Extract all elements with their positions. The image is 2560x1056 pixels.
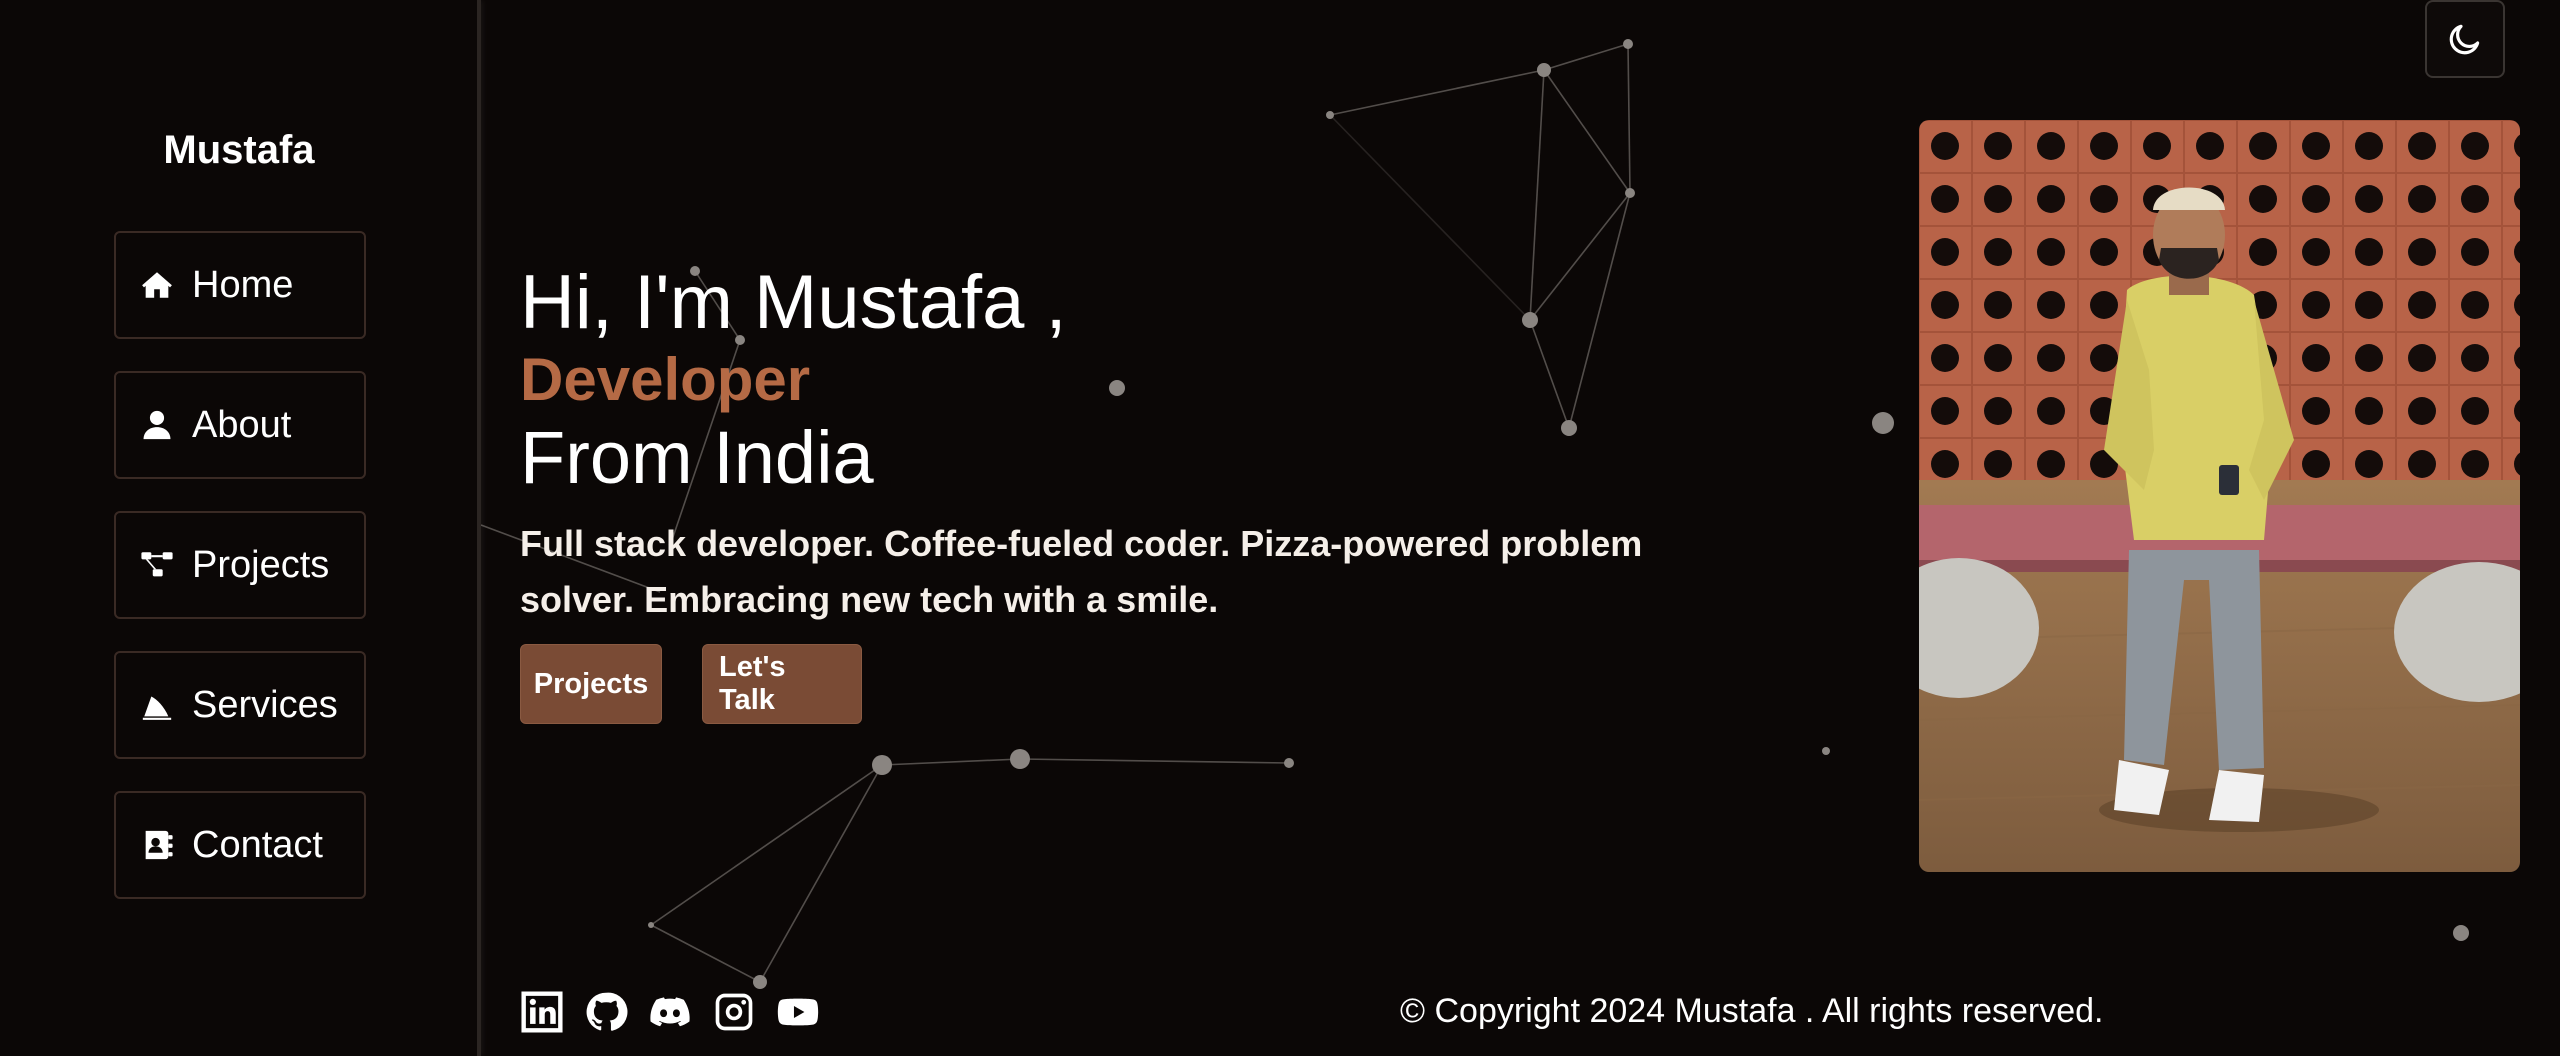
project-diagram-icon (141, 552, 173, 577)
nav-item-label: About (192, 403, 292, 446)
home-icon (142, 272, 172, 298)
brand-name[interactable]: Mustafa (0, 128, 478, 173)
nav-item-about[interactable]: About (114, 371, 366, 479)
moon-icon (2449, 24, 2480, 55)
user-icon (143, 410, 171, 440)
sidebar: Mustafa Home About Projects Services Con… (0, 0, 481, 1056)
youtube-icon (777, 998, 819, 1026)
nav-item-label: Services (192, 683, 338, 726)
discord-icon (650, 997, 690, 1027)
hero-description: Full stack developer. Coffee-fueled code… (520, 523, 1643, 620)
github-icon (586, 992, 628, 1031)
github-link[interactable] (584, 990, 628, 1034)
hero-greeting: Hi, I'm Mustafa , (520, 260, 1067, 345)
instagram-icon (715, 993, 753, 1031)
hero-origin: From India (520, 416, 874, 499)
lets-talk-button[interactable]: Let's Talk (702, 644, 862, 724)
hero-buttons: Projects Let's Talk (520, 644, 862, 724)
nav-item-contact[interactable]: Contact (114, 791, 366, 899)
hero-section: Hi, I'm Mustafa , Developer From India F… (520, 262, 1720, 628)
nav-item-services[interactable]: Services (114, 651, 366, 759)
nav-item-home[interactable]: Home (114, 231, 366, 339)
linkedin-icon (521, 991, 563, 1033)
social-links (520, 990, 820, 1034)
instagram-link[interactable] (712, 990, 756, 1034)
linkedin-link[interactable] (520, 990, 564, 1034)
nav-item-label: Contact (192, 823, 323, 866)
services-icon (142, 696, 172, 720)
address-book-icon (145, 830, 173, 860)
youtube-link[interactable] (776, 990, 820, 1034)
nav-item-label: Projects (192, 543, 330, 586)
profile-photo (1919, 120, 2520, 872)
nav-item-label: Home (192, 263, 294, 306)
copyright-text: © Copyright 2024 Mustafa . All rights re… (1400, 992, 2104, 1030)
hero-role: Developer (520, 346, 811, 413)
projects-button[interactable]: Projects (520, 644, 662, 724)
theme-toggle-button[interactable] (2425, 0, 2505, 78)
discord-link[interactable] (648, 990, 692, 1034)
nav-item-projects[interactable]: Projects (114, 511, 366, 619)
